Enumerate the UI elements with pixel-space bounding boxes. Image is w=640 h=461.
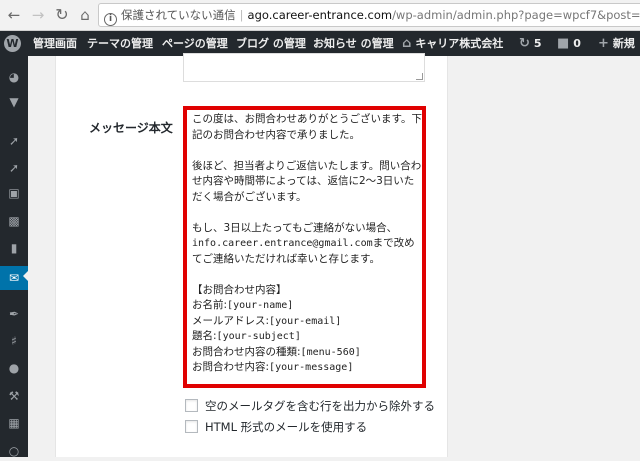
field-tag-name: [your-name]: [227, 300, 294, 311]
exclude-empty-option[interactable]: 空のメールタグを含む行を出力から除外する: [185, 398, 435, 414]
appearance-icon[interactable]: ✒: [0, 304, 28, 324]
tools-icon[interactable]: ⚒: [0, 386, 28, 406]
html-mail-checkbox[interactable]: [185, 420, 198, 433]
new-label: 新規: [612, 37, 635, 50]
field-tag-email: [your-email]: [269, 315, 342, 327]
message-body-label: メッセージ本文: [89, 121, 173, 135]
field-label-type: お問合わせ内容の種類:: [192, 345, 301, 358]
adminbar-comments[interactable]: ■ 0: [557, 31, 581, 56]
plus-icon: +: [598, 36, 609, 51]
field-tag-subject: [your-subject]: [216, 331, 301, 342]
exclude-empty-checkbox[interactable]: [185, 399, 198, 412]
html-mail-label: HTML 形式のメールを使用する: [205, 420, 368, 434]
url-separator: |: [239, 8, 244, 22]
pages-icon[interactable]: ▩: [0, 211, 28, 231]
settings-icon[interactable]: ▦: [0, 413, 28, 433]
browser-toolbar: ← → ↻ ⌂ i 保護されていない通信 | ago.career-entrance.…: [0, 0, 640, 31]
users-icon[interactable]: ●: [0, 358, 28, 378]
field-tag-content: [your-message]: [269, 362, 354, 373]
comments-count: 0: [573, 37, 581, 50]
message-paragraph-2: 後ほど、担当者よりご返信いたします。問い合わせ内容や時間帯によっては、返信に2〜…: [192, 159, 422, 203]
pin-icon[interactable]: ➚: [0, 131, 28, 151]
adminbar-item-theme[interactable]: テーマの管理: [87, 31, 153, 56]
message-body-textarea[interactable]: この度は、お問合わせありがとうございます。下記のお問合わせ内容で承りました。 後…: [183, 106, 426, 388]
comments-icon[interactable]: ▮: [0, 238, 28, 258]
site-name: キャリア株式会社: [415, 37, 504, 50]
dashboard-icon[interactable]: ◕: [0, 67, 28, 87]
adminbar-new[interactable]: + 新規: [598, 31, 635, 56]
previous-textarea[interactable]: [183, 53, 425, 82]
adminbar-updates[interactable]: ↻ 5: [519, 31, 542, 56]
message-body-text: この度は、お問合わせありがとうございます。下記のお問合わせ内容で承りました。 後…: [192, 112, 424, 376]
updates-count: 5: [533, 37, 542, 50]
url-host: ago.career-entrance.com: [247, 8, 393, 22]
media-icon[interactable]: ▣: [0, 183, 28, 203]
mail-settings-panel: メッセージ本文 この度は、お問合わせありがとうございます。下記のお問合わせ内容で…: [55, 53, 448, 457]
field-label-email: メールアドレス:: [192, 314, 270, 327]
updates-icon: ↻: [519, 36, 530, 51]
message-paragraph-1: この度は、お問合わせありがとうございます。下記のお問合わせ内容で承りました。: [192, 113, 422, 141]
admin-sidebar: ◕ ▼ ➚ ➚ ▣ ▩ ▮ ✉ ✒ ♯ ● ⚒ ▦ ○: [0, 56, 29, 458]
url-path: /wp-admin/admin.php?page=wpcf7&post=32..…: [392, 8, 640, 22]
comment-icon: ■: [557, 36, 570, 51]
resize-handle[interactable]: [416, 73, 423, 80]
address-bar[interactable]: i 保護されていない通信 | ago.career-entrance.com/wp-a…: [98, 3, 640, 27]
message-paragraph-3a: もし、3日以上たってもご連絡がない場合、: [192, 221, 398, 234]
reload-icon[interactable]: ↻: [52, 5, 72, 25]
plugins-icon[interactable]: ♯: [0, 331, 28, 351]
arrow-left-icon[interactable]: ←: [4, 5, 24, 25]
home-icon[interactable]: ⌂: [75, 5, 95, 25]
arrow-right-icon[interactable]: →: [28, 5, 48, 25]
collapse-icon[interactable]: ○: [0, 441, 28, 461]
exclude-empty-label: 空のメールタグを含む行を出力から除外する: [205, 399, 435, 413]
field-label-content: お問合わせ内容:: [192, 361, 270, 373]
security-status: 保護されていない通信: [121, 8, 236, 22]
shield-icon[interactable]: ▼: [0, 92, 28, 112]
field-tag-type: [menu-560]: [300, 346, 361, 358]
pin-icon[interactable]: ➚: [0, 158, 28, 178]
wordpress-logo-icon[interactable]: W: [4, 35, 21, 52]
main-content: メッセージ本文 この度は、お問合わせありがとうございます。下記のお問合わせ内容で…: [28, 53, 640, 457]
html-mail-option[interactable]: HTML 形式のメールを使用する: [185, 419, 367, 435]
message-email: info.career.entrance@gmail.com: [192, 238, 373, 249]
message-heading: 【お問合わせ内容】: [192, 283, 287, 296]
right-column: [449, 56, 640, 457]
info-icon[interactable]: i: [104, 13, 117, 26]
adminbar-item-dashboard[interactable]: 管理画面: [33, 31, 77, 56]
contact-mail-icon[interactable]: ✉: [0, 266, 29, 290]
home-icon: ⌂: [402, 36, 412, 51]
field-label-subject: 題名:: [192, 330, 217, 342]
field-label-name: お名前:: [192, 299, 228, 311]
